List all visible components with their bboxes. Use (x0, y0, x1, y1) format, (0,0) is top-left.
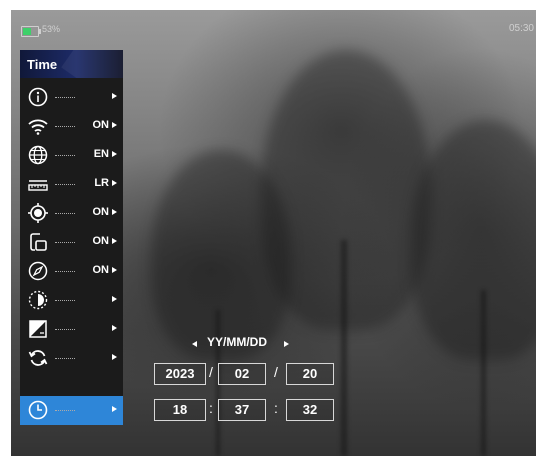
day-field[interactable]: 20 (286, 363, 334, 385)
menu-dots (55, 97, 75, 98)
status-bar: 53% 05:30 (11, 10, 536, 50)
menu-item-contrast[interactable] (20, 315, 123, 344)
menu-item-wifi[interactable]: ON (20, 112, 123, 141)
chevron-right-icon (112, 209, 117, 215)
half-circle-icon (28, 290, 48, 310)
chevron-right-icon (112, 93, 117, 99)
ruler-icon (28, 180, 48, 191)
chevron-right-icon (112, 122, 117, 128)
menu-item-value: ON (92, 206, 110, 218)
chevron-right-icon (112, 354, 117, 360)
battery-percent: 53% (42, 24, 61, 34)
time-separator: : (274, 400, 278, 416)
compass-icon (28, 261, 48, 281)
chevron-right-icon (112, 406, 117, 412)
hour-field[interactable]: 18 (154, 399, 206, 421)
chevron-right-icon (112, 151, 117, 157)
background-tree (151, 150, 291, 360)
month-field[interactable]: 02 (218, 363, 266, 385)
background-trunk (341, 240, 347, 456)
menu-item-value: ON (92, 119, 110, 131)
menu-item-info[interactable] (20, 83, 123, 112)
background-tree (411, 120, 536, 360)
chevron-right-icon (112, 325, 117, 331)
globe-icon (28, 145, 48, 165)
format-next-arrow[interactable] (284, 341, 289, 347)
chevron-right-icon (112, 180, 117, 186)
menu-dots (55, 184, 75, 185)
minute-field[interactable]: 37 (218, 399, 266, 421)
date-separator: / (209, 364, 213, 380)
sidebar-title: Time (27, 57, 58, 72)
device-screen: 53% 05:30 Time ON EN LR ON ON ON YY/MM/D… (11, 10, 536, 456)
second-field[interactable]: 32 (286, 399, 334, 421)
menu-item-target[interactable]: ON (20, 199, 123, 228)
menu-dots (55, 300, 75, 301)
menu-item-value: LR (94, 177, 109, 189)
background-trunk (481, 290, 486, 456)
clock-icon (28, 400, 48, 420)
menu-dots (55, 410, 75, 411)
battery-icon (21, 26, 41, 37)
chevron-right-icon (112, 296, 117, 302)
menu-item-value: ON (92, 235, 110, 247)
contrast-icon (29, 320, 47, 338)
menu-item-language[interactable]: EN (20, 141, 123, 170)
menu-dots (55, 358, 75, 359)
menu-item-rotation[interactable]: ON (20, 228, 123, 257)
menu-dots (55, 329, 75, 330)
sidebar-header: Time (20, 50, 123, 78)
menu-dots (55, 126, 75, 127)
menu-item-brightness[interactable] (20, 286, 123, 315)
menu-dots (55, 271, 75, 272)
menu-item-compass[interactable]: ON (20, 257, 123, 286)
refresh-icon (28, 350, 48, 366)
chevron-right-icon (112, 238, 117, 244)
status-clock: 05:30 (508, 23, 534, 34)
info-icon (28, 87, 48, 107)
menu-item-value: EN (93, 148, 109, 160)
time-separator: : (209, 400, 213, 416)
menu-item-reset[interactable] (20, 344, 123, 373)
menu-item-time[interactable] (20, 396, 123, 425)
menu-dots (55, 213, 75, 214)
date-separator: / (274, 364, 278, 380)
menu-item-ranging[interactable]: LR (20, 170, 123, 199)
year-field[interactable]: 2023 (154, 363, 206, 385)
format-prev-arrow[interactable] (192, 341, 197, 347)
settings-sidebar: Time ON EN LR ON ON ON (20, 50, 123, 425)
date-format-label: YY/MM/DD (207, 335, 267, 349)
chevron-right-icon (112, 267, 117, 273)
screen-rotate-icon (30, 233, 47, 251)
battery-level (23, 28, 31, 35)
target-icon (28, 203, 48, 223)
menu-dots (55, 155, 75, 156)
wifi-icon (28, 119, 48, 135)
menu-item-value: ON (92, 264, 110, 276)
menu-dots (55, 242, 75, 243)
